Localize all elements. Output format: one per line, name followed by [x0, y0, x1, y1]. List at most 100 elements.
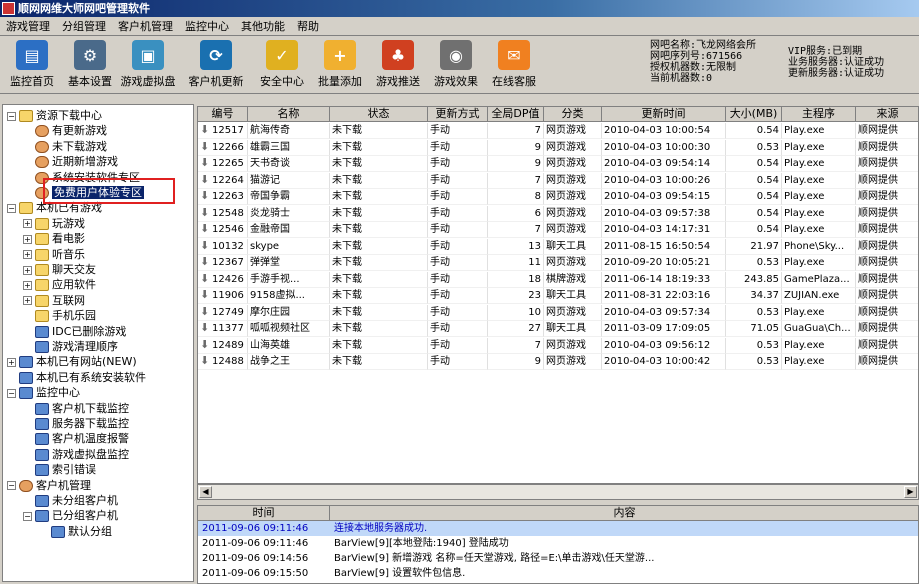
collapse-icon[interactable]: − [23, 511, 32, 521]
toolbar-button[interactable]: ⟳ 客户机更新 [188, 40, 244, 92]
column-header[interactable]: 名称 [248, 107, 330, 122]
column-header[interactable]: 分类 [544, 107, 602, 122]
tree-node[interactable]: 默认分组 [51, 524, 112, 539]
table-row[interactable]: ⬇ 11906 9158虚拟... 未下载 手动 23 聊天工具 2011-08-31 22:… [198, 288, 918, 304]
table-row[interactable]: ⬇ 10132 skype 未下载 手动 13 聊天工具 2011-08-15 16:50:5… [198, 238, 918, 255]
table-row[interactable]: ⬇ 12266 雄霸三国 未下载 手动 9 网页游戏 2010-04-03 10:00:30 0… [198, 139, 918, 156]
column-header[interactable]: 编号 [198, 107, 248, 122]
collapse-icon[interactable]: − [7, 203, 16, 213]
toolbar-button[interactable]: ✉ 在线客服 [486, 40, 542, 92]
table-row[interactable]: ⬇ 12517 航海传奇 未下载 手动 7 网页游戏 2010-04-03 10:00:54 0… [198, 123, 918, 139]
tree-node[interactable]: 未分组客户机 [35, 493, 118, 508]
tree-node[interactable]: IDC已删除游戏 [35, 324, 126, 339]
tree-node[interactable]: 游戏虚拟盘监控 [35, 447, 129, 462]
table-cell: 手动 [428, 337, 488, 354]
table-cell: Play.exe [782, 222, 856, 238]
expand-icon[interactable]: + [23, 234, 32, 244]
tree-node[interactable]: 服务器下载监控 [35, 416, 129, 431]
tree-node[interactable]: 近期新增游戏 [35, 154, 118, 169]
table-row[interactable]: ⬇ 12263 帝国争霸 未下载 手动 8 网页游戏 2010-04-03 09:54:15 0… [198, 189, 918, 205]
column-header[interactable]: 主程序 [782, 107, 856, 122]
table-cell: 手游手视... [248, 271, 330, 288]
table-row[interactable]: ⬇ 12367 弹弹堂 未下载 手动 11 网页游戏 2010-09-20 10:05:21 0… [198, 255, 918, 271]
download-arrow-icon: ⬇ [200, 123, 210, 136]
person-icon [35, 140, 49, 153]
table-row[interactable]: ⬇ 12264 猫游记 未下载 手动 7 网页游戏 2010-04-03 10:00:26 0.… [198, 172, 918, 189]
table-cell: 0.54 [726, 189, 782, 205]
scroll-right-icon[interactable]: ▶ [904, 486, 917, 498]
tree-node[interactable]: − 资源下载中心 [7, 108, 102, 123]
table-cell: 顺网提供 [856, 123, 918, 139]
menu-item[interactable]: 监控中心 [179, 17, 235, 36]
tree-node[interactable]: + 听音乐 [23, 247, 85, 262]
tree-node[interactable]: 索引错误 [35, 462, 96, 477]
toolbar-button[interactable]: + 批量添加 [312, 40, 368, 92]
scroll-left-icon[interactable]: ◀ [199, 486, 212, 498]
menu-item[interactable]: 客户机管理 [112, 17, 179, 36]
expand-icon[interactable]: + [23, 265, 32, 275]
menu-item[interactable]: 游戏管理 [0, 17, 56, 36]
table-row[interactable]: ⬇ 12489 山海英雄 未下载 手动 7 网页游戏 2010-04-03 09:56:12 0… [198, 337, 918, 354]
tree-node[interactable]: + 本机已有网站(NEW) [7, 354, 137, 369]
column-header[interactable]: 状态 [330, 107, 428, 122]
table-cell: 243.85 [726, 271, 782, 288]
menu-item[interactable]: 分组管理 [56, 17, 112, 36]
table-cell: 网页游戏 [544, 172, 602, 189]
column-header[interactable]: 更新时间 [602, 107, 726, 122]
table-row[interactable]: ⬇ 11377 呱呱视频社区 未下载 手动 27 聊天工具 2011-03-09 17:09:… [198, 321, 918, 337]
expand-icon[interactable]: + [23, 219, 32, 229]
tree-node[interactable]: 客户机下载监控 [35, 401, 129, 416]
collapse-icon[interactable]: − [7, 388, 16, 398]
column-header[interactable]: 全局DP值 [488, 107, 544, 122]
tree-node[interactable]: 本机已有系统安装软件 [19, 370, 146, 385]
toolbar-button[interactable]: ✓ 安全中心 [254, 40, 310, 92]
tree-node[interactable]: + 互联网 [23, 293, 85, 308]
toolbar-button[interactable]: ◉ 游戏效果 [428, 40, 484, 92]
horizontal-scrollbar[interactable]: ◀ ▶ [197, 484, 919, 500]
toolbar-button[interactable]: ▣ 游戏虚拟盘 [120, 40, 176, 92]
log-row[interactable]: 2011-09-06 09:11:46 连接本地服务器成功. [198, 521, 918, 536]
log-column-header[interactable]: 时间 [198, 506, 330, 521]
tree-node[interactable]: + 玩游戏 [23, 216, 85, 231]
log-row[interactable]: 2011-09-06 09:15:50 BarView[9] 设置软件包信息. [198, 566, 918, 581]
toolbar-button[interactable]: ⚙ 基本设置 [62, 40, 118, 92]
tree-node[interactable]: 游戏清理顺序 [35, 339, 118, 354]
tree-node-label: 客户机下载监控 [52, 401, 129, 415]
tree-node[interactable]: 有更新游戏 [35, 123, 107, 138]
tree-node[interactable]: − 监控中心 [7, 385, 80, 400]
tree-node[interactable]: 客户机温度报警 [35, 431, 129, 446]
table-row[interactable]: ⬇ 12265 天书奇谈 未下载 手动 9 网页游戏 2010-04-03 09:54:14 0… [198, 156, 918, 172]
column-header[interactable]: 大小(MB) [726, 107, 782, 122]
log-row[interactable]: 2011-09-06 09:11:46 BarView[9][本地登陆:1940]… [198, 536, 918, 551]
log-column-header[interactable]: 内容 [330, 506, 918, 521]
tree-node[interactable]: + 看电影 [23, 231, 85, 246]
toolbar-button[interactable]: ▤ 监控首页 [4, 40, 60, 92]
tree-node[interactable]: − 已分组客户机 [23, 508, 118, 523]
toolbar-button[interactable]: ♣ 游戏推送 [370, 40, 426, 92]
expand-icon[interactable]: + [7, 357, 16, 367]
expand-icon[interactable]: + [23, 250, 32, 260]
table-row[interactable]: ⬇ 12548 炎龙骑士 未下载 手动 6 网页游戏 2010-04-03 09:57:38 0… [198, 205, 918, 222]
tree-node[interactable]: + 应用软件 [23, 277, 96, 292]
collapse-icon[interactable]: − [7, 481, 16, 491]
table-row[interactable]: ⬇ 12488 战争之王 未下载 手动 9 网页游戏 2010-04-03 10:00:42 0… [198, 354, 918, 370]
table-row[interactable]: ⬇ 12426 手游手视... 未下载 手动 18 棋牌游戏 2011-06-14 18:19… [198, 271, 918, 288]
status-line: 业务服务器:认证成功 [788, 57, 885, 68]
tree-node[interactable]: 未下载游戏 [35, 139, 107, 154]
column-header[interactable]: 来源 [856, 107, 918, 122]
menu-item[interactable]: 帮助 [291, 17, 325, 36]
table-cell: 2010-04-03 09:57:34 [602, 304, 726, 321]
tree-node[interactable]: − 客户机管理 [7, 478, 91, 493]
column-header[interactable]: 更新方式 [428, 107, 488, 122]
tree-node[interactable]: + 聊天交友 [23, 262, 96, 277]
expand-icon[interactable]: + [23, 280, 32, 290]
table-row[interactable]: ⬇ 12546 金融帝国 未下载 手动 7 网页游戏 2010-04-03 14:17:31 0… [198, 222, 918, 238]
tree-node[interactable]: 手机乐园 [35, 308, 96, 323]
expand-icon[interactable]: + [23, 296, 32, 306]
table-row[interactable]: ⬇ 12749 摩尔庄园 未下载 手动 10 网页游戏 2010-04-03 09:57:34… [198, 304, 918, 321]
table-cell: 2010-04-03 09:54:14 [602, 156, 726, 172]
menu-item[interactable]: 其他功能 [235, 17, 291, 36]
collapse-icon[interactable]: − [7, 111, 16, 121]
log-row[interactable]: 2011-09-06 09:14:56 BarView[9] 新增游戏 名称=任天… [198, 551, 918, 566]
table-cell: ⬇ 12546 [198, 222, 248, 238]
